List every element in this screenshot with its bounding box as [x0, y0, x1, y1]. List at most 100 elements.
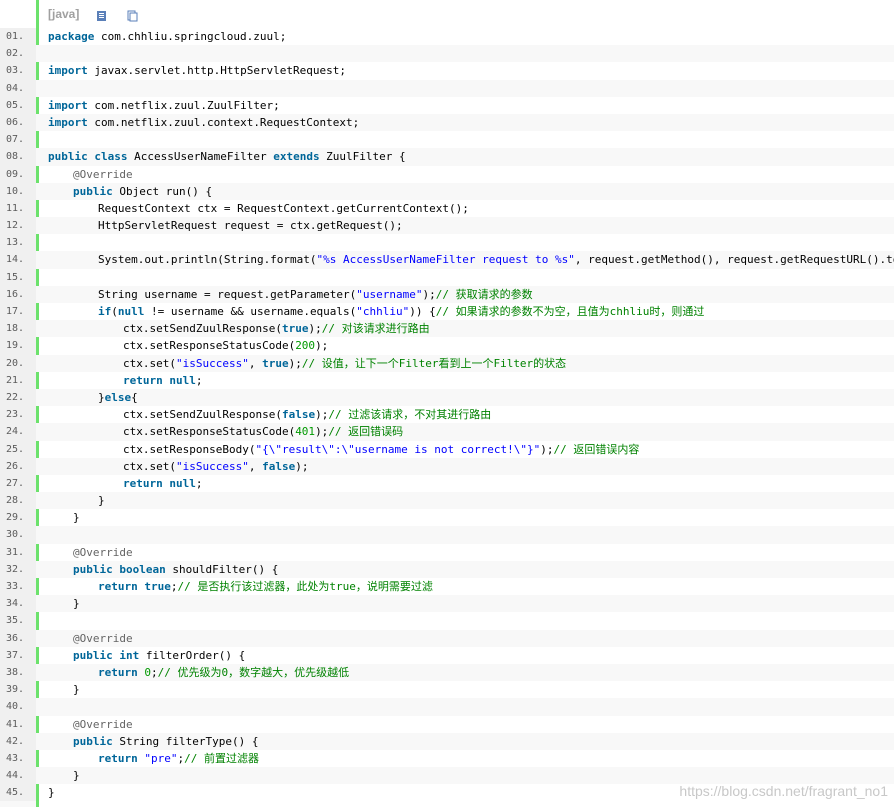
code-token: null	[117, 305, 145, 318]
code-token: package	[48, 30, 95, 43]
code-token: return	[98, 751, 138, 765]
code-token: "{\"result\":\"username is not correct!\…	[255, 442, 541, 456]
code-line: 20. ctx.set("isSuccess", true);// 设值，让下一个…	[0, 354, 894, 372]
line-number: 21.	[0, 371, 36, 389]
line-number: 25.	[0, 440, 36, 458]
code-line: 18. ctx.setSendZuulResponse(true);// 对该请求…	[0, 320, 894, 338]
code-token: if	[98, 305, 112, 318]
line-code: package com.chhliu.springcloud.zuul;	[48, 28, 894, 45]
line-code: ctx.setResponseStatusCode(401);// 返回错误码	[48, 423, 894, 440]
line-code: ctx.setSendZuulResponse(true);// 对该请求进行路…	[48, 320, 894, 337]
code-token: String filterType() {	[112, 734, 259, 748]
line-code: }	[48, 509, 894, 526]
line-number: 03.	[0, 62, 36, 80]
code-token: return	[123, 373, 163, 387]
code-token: // 前置过滤器	[184, 751, 259, 765]
code-token: import	[48, 115, 88, 129]
view-source-icon[interactable]	[96, 7, 108, 21]
code-token: // 返回错误码	[328, 425, 404, 439]
line-number: 28.	[0, 492, 36, 510]
code-line: 04.	[0, 79, 894, 97]
copy-icon[interactable]	[126, 7, 138, 22]
line-code: }	[48, 595, 894, 612]
code-line: 39.}	[0, 681, 894, 699]
line-code: return true;// 是否执行该过滤器，此处为true，说明需要过滤	[48, 578, 894, 595]
line-code: @Override	[48, 544, 894, 561]
code-token: com.netflix.zuul.context.RequestContext;	[87, 115, 360, 129]
line-code: return null;	[48, 372, 894, 389]
line-number: 08.	[0, 148, 36, 166]
code-token: );	[295, 459, 309, 473]
code-token: // 设值，让下一个Filter看到上一个Filter的状态	[301, 356, 567, 370]
line-number: 13.	[0, 234, 36, 252]
line-code: System.out.println(String.format("%s Acc…	[48, 251, 894, 268]
line-code: ctx.setSendZuulResponse(false);// 过滤该请求，…	[48, 406, 894, 423]
line-code: public int filterOrder() {	[48, 647, 894, 664]
code-token: javax.servlet.http.HttpServletRequest;	[87, 64, 347, 78]
code-token: public	[73, 648, 113, 662]
code-line: 07.	[0, 131, 894, 149]
line-number: 14.	[0, 251, 36, 269]
code-token: return	[98, 580, 138, 593]
line-number: 22.	[0, 388, 36, 407]
code-token: ;	[151, 665, 158, 679]
line-number: 40.	[0, 698, 36, 716]
line-number: 34.	[0, 595, 36, 613]
code-token: true	[262, 356, 289, 370]
code-token: public	[73, 184, 113, 198]
code-token: @Override	[73, 167, 133, 181]
code-token: );	[422, 287, 436, 301]
code-line: 11. RequestContext ctx = RequestContext.g…	[0, 199, 894, 218]
code-token: // 获取请求的参数	[435, 287, 533, 301]
line-number: 31.	[0, 543, 36, 561]
code-line: 12. HttpServletRequest request = ctx.getR…	[0, 217, 894, 235]
watermark: https://blog.csdn.net/fragrant_no1	[679, 783, 888, 799]
line-code: ctx.set("isSuccess", false);	[48, 458, 894, 475]
code-token: ;	[195, 476, 203, 490]
code-token: ctx.set(	[123, 356, 176, 370]
code-line: 27. return null;	[0, 474, 894, 493]
code-token: ctx.setResponseStatusCode(	[123, 339, 296, 353]
line-code: return 0;// 优先级为0，数字越大，优先级越低	[48, 664, 894, 681]
code-token: ctx.setSendZuulResponse(	[123, 408, 282, 422]
line-number: 24.	[0, 423, 36, 441]
code-token: Object run() {	[112, 184, 213, 198]
line-code: }	[48, 767, 894, 784]
code-token: );	[540, 442, 554, 456]
code-token: String username = request.getParameter(	[98, 287, 357, 301]
line-number: 37.	[0, 646, 36, 664]
code-token: }	[73, 597, 80, 611]
code-line: 06. import com.netflix.zuul.context.Reque…	[0, 113, 894, 132]
code-token: "chhliu"	[356, 305, 410, 318]
code-line: 25. ctx.setResponseBody("{\"result\":\"us…	[0, 440, 894, 458]
code-token: com.chhliu.springcloud.zuul;	[94, 30, 287, 43]
code-token: }	[73, 769, 80, 783]
code-line: 05. import com.netflix.zuul.ZuulFilter;	[0, 96, 894, 114]
line-number: 44.	[0, 767, 36, 785]
code-line: 15.	[0, 268, 894, 286]
code-token: {	[131, 390, 138, 404]
code-line: 10. public Object run() {	[0, 182, 894, 200]
code-line: 30.	[0, 526, 894, 544]
code-line: 43. return "pre";// 前置过滤器	[0, 749, 894, 768]
code-token: }	[98, 494, 105, 508]
code-token: extends	[273, 150, 320, 164]
code-token: );	[315, 408, 329, 422]
line-number: 32.	[0, 560, 36, 579]
code-token: );	[315, 339, 329, 353]
code-token: public	[48, 150, 88, 164]
code-token: System.out.println(String.format(	[98, 253, 317, 267]
code-line: 32. public boolean shouldFilter() {	[0, 560, 894, 579]
code-line: 29.}	[0, 509, 894, 527]
code-token: 0	[144, 665, 151, 679]
code-line: 21. return null;	[0, 371, 894, 389]
code-token: "isSuccess"	[175, 459, 249, 473]
code-token: (	[111, 305, 118, 318]
line-code: }else{	[48, 389, 894, 406]
code-line: 08. public class AccessUserNameFilter ext…	[0, 148, 894, 166]
code-token: "pre"	[144, 751, 178, 765]
line-number: 05.	[0, 96, 36, 114]
code-token: filterOrder() {	[139, 648, 246, 662]
code-token: "%s AccessUserNameFilter request to %s"	[316, 253, 575, 267]
code-token: ,	[248, 459, 263, 473]
